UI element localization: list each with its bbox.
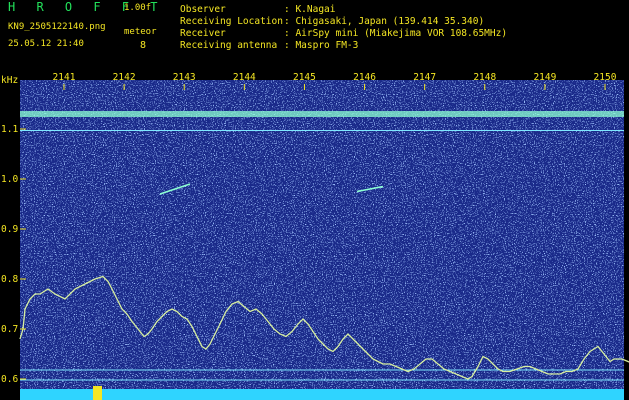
header-panel: H R O F F T 1.00f KN9_2505122140.png 25.… bbox=[0, 0, 629, 70]
spectrogram-chart: 2141 2142 2143 2144 2145 2146 2147 2148 2149 2150… bbox=[1, 72, 629, 400]
x-tick-label: 2144 bbox=[233, 72, 256, 83]
x-tick-label: 2146 bbox=[353, 72, 376, 83]
receiver-label: Receiver bbox=[180, 28, 226, 39]
y-tick-label: 1.1 bbox=[1, 124, 18, 135]
image-filename: KN9_2505122140.png bbox=[8, 22, 106, 32]
location-label: Receiving Location bbox=[180, 16, 283, 27]
y-tick-label: 0.9 bbox=[1, 224, 18, 235]
observer-value: : K.Nagai bbox=[284, 4, 336, 15]
observer-label: Observer bbox=[180, 4, 226, 15]
bottom-signal-band bbox=[20, 389, 624, 400]
meteor-label: meteor bbox=[124, 27, 157, 37]
x-tick-label: 2143 bbox=[173, 72, 196, 83]
bottom-spike bbox=[93, 386, 102, 400]
antenna-label: Receiving antenna bbox=[180, 40, 278, 51]
capture-datetime: 25.05.12 21:40 bbox=[8, 39, 84, 49]
x-tick-label: 2149 bbox=[533, 72, 556, 83]
y-tick-label: 0.7 bbox=[1, 324, 18, 335]
meteor-count: 8 bbox=[140, 40, 147, 51]
x-tick-label: 2147 bbox=[413, 72, 436, 83]
x-tick-label: 2150 bbox=[594, 72, 617, 83]
x-tick-label: 2141 bbox=[53, 72, 76, 83]
y-tick-label: 0.8 bbox=[1, 274, 18, 285]
x-tick-label: 2145 bbox=[293, 72, 316, 83]
y-axis-label: kHz bbox=[1, 75, 18, 86]
app-version: 1.00f bbox=[124, 3, 152, 13]
receiver-value: : AirSpy mini (Miakejima VOR 108.65MHz) bbox=[284, 28, 508, 39]
carrier-band bbox=[20, 111, 624, 117]
x-tick-label: 2148 bbox=[473, 72, 496, 83]
spectrogram-noise bbox=[20, 80, 624, 400]
x-tick-label: 2142 bbox=[113, 72, 136, 83]
y-tick-label: 1.0 bbox=[1, 174, 18, 185]
antenna-value: : Maspro FM-3 bbox=[284, 40, 359, 51]
location-value: : Chigasaki, Japan (139.414 35.340) bbox=[284, 16, 485, 27]
y-tick-label: 0.6 bbox=[1, 374, 18, 385]
